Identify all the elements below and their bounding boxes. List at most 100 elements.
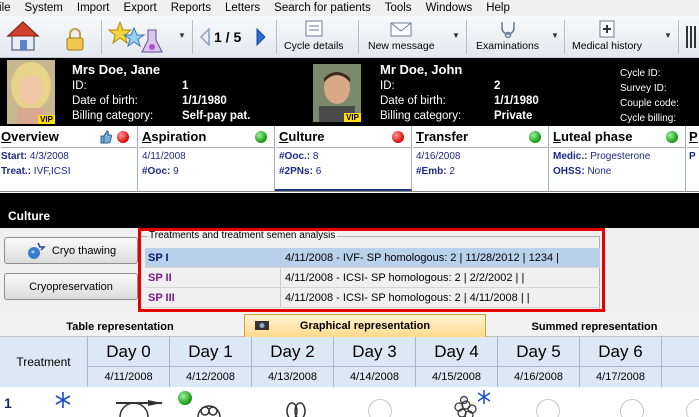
empty-cell-icon[interactable] bbox=[620, 399, 644, 417]
lock-button[interactable] bbox=[64, 28, 86, 52]
tab-table-representation[interactable]: Table representation bbox=[10, 317, 230, 337]
aspiration-date: 4/11/2008 bbox=[142, 151, 186, 162]
day-name-partial bbox=[662, 337, 699, 367]
phase-title-first: A bbox=[142, 129, 152, 144]
table-row[interactable]: 1 bbox=[0, 387, 699, 417]
treat-label: Treat.: bbox=[1, 166, 32, 177]
menu-help[interactable]: Help bbox=[486, 0, 510, 16]
cryo-thawing-icon: * bbox=[27, 242, 46, 259]
phase-aspiration[interactable]: Aspiration 4/11/2008 #Ooc: 9 bbox=[138, 126, 275, 191]
menu-tools[interactable]: Tools bbox=[385, 0, 412, 16]
day-column-header[interactable]: Day 2 4/13/2008 bbox=[252, 337, 334, 387]
new-message-label: New message bbox=[368, 40, 435, 52]
cryo-thawing-button[interactable]: * Cryo thawing bbox=[4, 237, 138, 264]
day-column-header[interactable]: Day 1 4/12/2008 bbox=[170, 337, 252, 387]
section-header: Culture bbox=[0, 193, 699, 228]
medical-history-button[interactable]: Medical history bbox=[572, 20, 642, 52]
day-column-header[interactable]: Day 4 4/15/2008 bbox=[416, 337, 498, 387]
injection-oocyte-icon[interactable] bbox=[114, 395, 166, 417]
camera-icon bbox=[255, 321, 269, 330]
tab-label: Table representation bbox=[66, 321, 174, 333]
embryo-2cell-icon[interactable] bbox=[284, 397, 308, 417]
menu-reports[interactable]: Reports bbox=[171, 0, 211, 16]
cryopreservation-button[interactable]: Cryopreservation bbox=[4, 273, 138, 300]
status-red-icon bbox=[392, 131, 404, 143]
phase-overview[interactable]: Overview Start: 4/3/2008 Treat.: IVF,ICS… bbox=[0, 126, 138, 191]
cryo-thawing-label: Cryo thawing bbox=[51, 244, 117, 257]
culture-grid: Treatment Day 0 4/11/2008 Day 1 4/12/200… bbox=[0, 337, 699, 417]
empty-cell-icon[interactable] bbox=[686, 399, 699, 417]
day-name: Day 0 bbox=[88, 337, 169, 367]
phase-culture[interactable]: Culture #Ooc.: 8 #2PNs: 6 bbox=[275, 126, 412, 191]
treatment-header: Treatment bbox=[0, 337, 88, 387]
lab-dropdown-arrow-icon[interactable]: ▼ bbox=[178, 31, 186, 40]
menu-letters[interactable]: Letters bbox=[225, 0, 260, 16]
prev-arrow-icon[interactable] bbox=[200, 28, 210, 46]
toolbar-separator bbox=[101, 20, 102, 54]
lock-icon bbox=[66, 28, 84, 51]
day-column-header[interactable]: Day 3 4/14/2008 bbox=[334, 337, 416, 387]
vip-badge: VIP bbox=[38, 115, 55, 124]
examinations-label: Examinations bbox=[476, 40, 540, 52]
cycle-details-button[interactable]: Cycle details bbox=[284, 20, 344, 52]
next-arrow-icon[interactable] bbox=[256, 28, 266, 46]
new-message-dropdown-arrow-icon[interactable]: ▼ bbox=[452, 31, 460, 40]
tab-summed-representation[interactable]: Summed representation bbox=[490, 317, 699, 337]
svg-text:*: * bbox=[31, 249, 35, 258]
cycle-billing-label: Cycle billing: bbox=[620, 113, 677, 124]
lab-button[interactable] bbox=[108, 20, 168, 54]
page-indicator: 1 / 5 bbox=[214, 29, 242, 45]
day-name: Day 4 bbox=[416, 337, 497, 367]
toolbar-separator bbox=[358, 20, 359, 54]
menu-import[interactable]: Import bbox=[77, 0, 110, 16]
male-billing-label: Billing category: bbox=[380, 110, 462, 122]
male-id-label: ID: bbox=[380, 80, 395, 92]
menu-search-patients[interactable]: Search for patients bbox=[274, 0, 371, 16]
toolbar-overflow-grip[interactable] bbox=[686, 26, 696, 48]
tab-graphical-representation[interactable]: Graphical representation bbox=[244, 314, 486, 337]
day-column-header[interactable]: Day 0 4/11/2008 bbox=[88, 337, 170, 387]
emb-value: 2 bbox=[449, 166, 455, 177]
start-label: Start: bbox=[1, 151, 28, 162]
male-patient-name: Mr Doe, John bbox=[380, 62, 463, 77]
day-name: Day 5 bbox=[498, 337, 579, 367]
patient-header: VIP Mrs Doe, Jane ID: 1 Date of birth: 1… bbox=[0, 58, 699, 126]
menu-system[interactable]: System bbox=[25, 0, 63, 16]
phase-transfer[interactable]: Transfer 4/16/2008 #Emb: 2 bbox=[412, 126, 549, 191]
empty-cell-icon[interactable] bbox=[536, 399, 560, 417]
female-id-value: 1 bbox=[182, 80, 189, 92]
highlight-annotation-box bbox=[138, 228, 605, 312]
menu-export[interactable]: Export bbox=[123, 0, 156, 16]
female-patient-photo[interactable]: VIP bbox=[7, 60, 55, 124]
home-button[interactable] bbox=[6, 20, 40, 52]
phase-partial[interactable]: P P bbox=[686, 126, 699, 191]
ohss-value: None bbox=[587, 166, 612, 177]
new-message-button[interactable]: New message bbox=[368, 20, 435, 52]
female-billing-value: Self-pay pat. bbox=[182, 110, 251, 122]
menu-windows[interactable]: Windows bbox=[426, 0, 473, 16]
stethoscope-icon bbox=[500, 22, 515, 38]
medic-label: Medic.: bbox=[553, 151, 588, 162]
female-dob-value: 1/1/1980 bbox=[182, 95, 227, 107]
male-id-value: 2 bbox=[494, 80, 501, 92]
examinations-dropdown-arrow-icon[interactable]: ▼ bbox=[551, 31, 559, 40]
medical-history-icon bbox=[599, 20, 615, 38]
male-patient-photo[interactable]: VIP bbox=[313, 64, 361, 122]
empty-cell-icon[interactable] bbox=[368, 399, 392, 417]
day-column-header[interactable]: Day 5 4/16/2008 bbox=[498, 337, 580, 387]
cycle-id-label: Cycle ID: bbox=[620, 68, 661, 79]
day-column-header[interactable]: Day 6 4/17/2008 bbox=[580, 337, 662, 387]
medical-history-label: Medical history bbox=[572, 40, 643, 52]
medical-history-dropdown-arrow-icon[interactable]: ▼ bbox=[664, 31, 672, 40]
female-id-label: ID: bbox=[72, 80, 87, 92]
day-date: 4/14/2008 bbox=[350, 371, 399, 383]
day-column-header-partial[interactable] bbox=[662, 337, 699, 387]
zygote-icon[interactable] bbox=[196, 397, 222, 417]
phase-title-first: O bbox=[1, 129, 12, 144]
status-green-icon bbox=[666, 131, 678, 143]
menu-file[interactable]: File bbox=[0, 0, 11, 16]
phase-luteal[interactable]: Luteal phase Medic.: Progesterone OHSS: … bbox=[549, 126, 686, 191]
phase-title: ulture bbox=[288, 129, 325, 144]
examinations-button[interactable]: Examinations bbox=[476, 20, 539, 52]
partial-label: P bbox=[689, 151, 696, 162]
